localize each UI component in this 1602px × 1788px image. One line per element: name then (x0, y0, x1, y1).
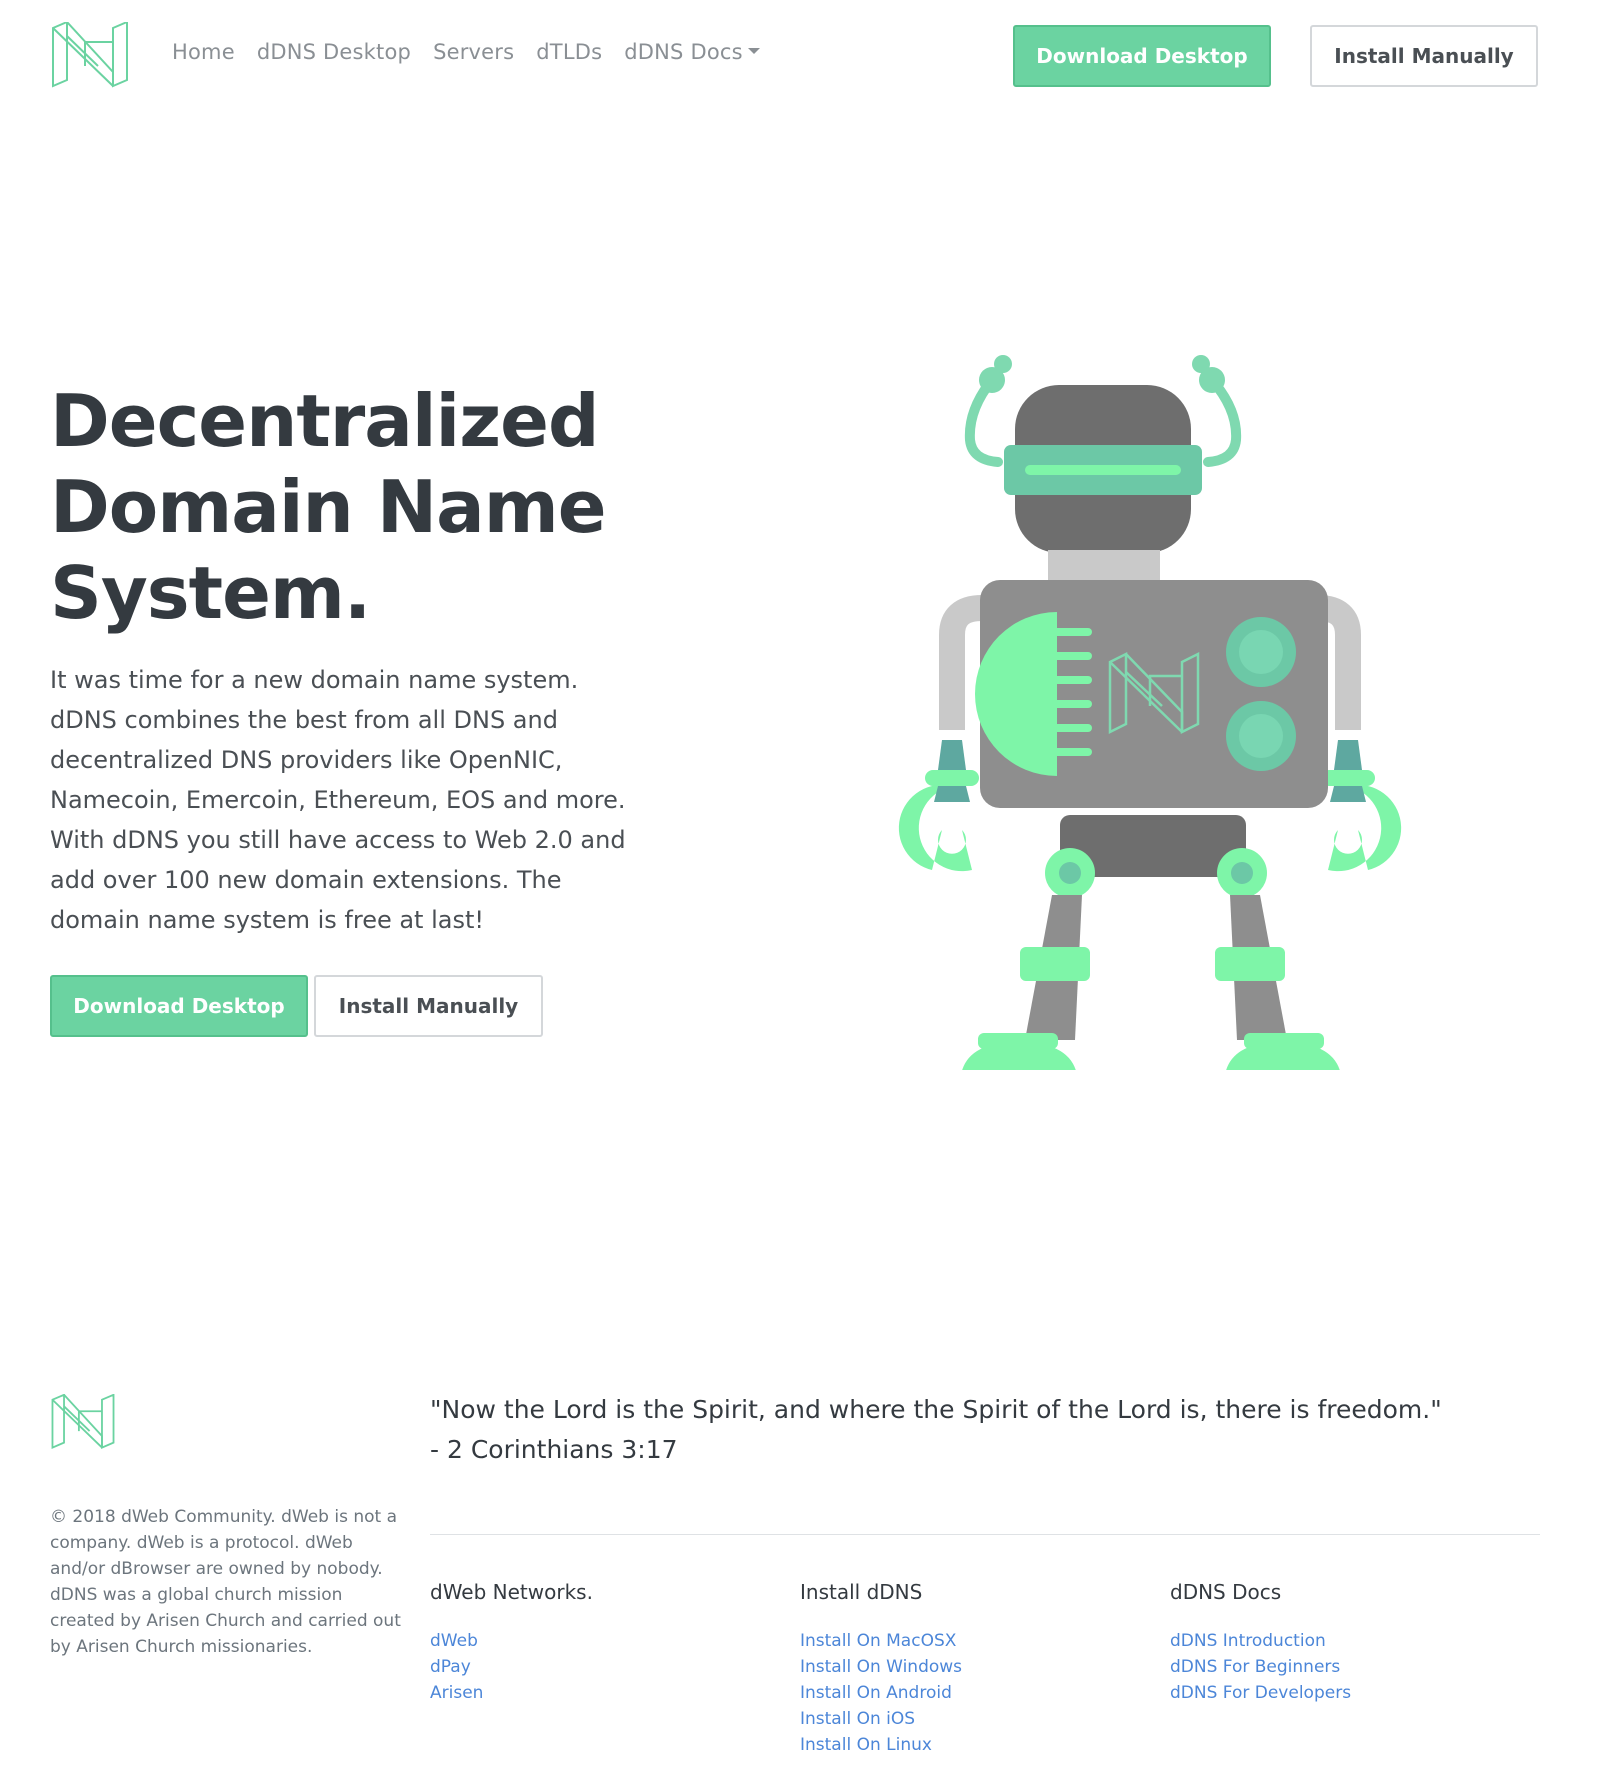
robot-right-foot (1226, 1042, 1340, 1070)
robot-left-foot (962, 1042, 1076, 1070)
caret-down-icon (747, 48, 760, 54)
footer-column-title: dDNS Docs (1170, 1580, 1282, 1604)
hero-title-line-3: System. (50, 551, 371, 635)
nav-dtlds[interactable]: dTLDs (536, 40, 602, 64)
footer-link-install-android[interactable]: Install On Android (800, 1680, 1140, 1706)
footer-link-arisen[interactable]: Arisen (430, 1680, 770, 1706)
nav-ddns-docs-dropdown[interactable]: dDNS Docs (624, 40, 760, 64)
footer-link-dweb[interactable]: dWeb (430, 1628, 770, 1654)
footer-quote-citation: - 2 Corinthians 3:17 (430, 1435, 678, 1464)
footer-link-install-macosx[interactable]: Install On MacOSX (800, 1628, 1140, 1654)
footer-link-ddns-developers[interactable]: dDNS For Developers (1170, 1680, 1510, 1706)
hero-install-manually-button[interactable]: Install Manually (314, 975, 543, 1037)
footer-link-install-linux[interactable]: Install On Linux (800, 1732, 1140, 1758)
hero-description: It was time for a new domain name system… (50, 666, 626, 934)
nav-servers[interactable]: Servers (433, 40, 514, 64)
footer-column-dweb-networks: dWeb Networks. dWeb dPay Arisen (430, 1580, 770, 1706)
footer-column-title: Install dDNS (800, 1580, 923, 1604)
navbar: Home dDNS Desktop Servers dTLDs dDNS Doc… (0, 0, 1602, 112)
footer-dweb-logo-icon[interactable] (50, 1394, 116, 1450)
nav-download-desktop-button[interactable]: Download Desktop (1013, 25, 1271, 87)
footer-link-ddns-introduction[interactable]: dDNS Introduction (1170, 1628, 1510, 1654)
nav-ddns-desktop[interactable]: dDNS Desktop (257, 40, 411, 64)
footer-column-ddns-docs: dDNS Docs dDNS Introduction dDNS For Beg… (1170, 1580, 1510, 1706)
dweb-logo-icon[interactable] (50, 22, 130, 88)
nav-ddns-docs-label: dDNS Docs (624, 40, 743, 64)
footer-quote: "Now the Lord is the Spirit, and where t… (430, 1390, 1550, 1470)
robot-illustration (898, 355, 1402, 1070)
footer-column-title: dWeb Networks. (430, 1580, 593, 1604)
footer-link-dpay[interactable]: dPay (430, 1654, 770, 1680)
hero-title-line-2: Domain Name (50, 465, 607, 549)
footer-copyright: © 2018 dWeb Community. dWeb is not a com… (50, 1507, 401, 1657)
footer-divider (430, 1534, 1540, 1535)
nav-install-manually-button[interactable]: Install Manually (1310, 25, 1538, 87)
footer-link-install-windows[interactable]: Install On Windows (800, 1654, 1140, 1680)
footer-link-ddns-beginners[interactable]: dDNS For Beginners (1170, 1654, 1510, 1680)
footer-link-install-ios[interactable]: Install On iOS (800, 1706, 1140, 1732)
footer-quote-text: "Now the Lord is the Spirit, and where t… (430, 1395, 1442, 1424)
footer-column-install-ddns: Install dDNS Install On MacOSX Install O… (800, 1580, 1140, 1758)
hero-title-line-1: Decentralized (50, 379, 600, 463)
hero-title: Decentralized Domain Name System. (50, 378, 690, 636)
nav-home[interactable]: Home (172, 40, 235, 64)
hero-download-desktop-button[interactable]: Download Desktop (50, 975, 308, 1037)
nav-links: Home dDNS Desktop Servers dTLDs dDNS Doc… (172, 40, 782, 64)
